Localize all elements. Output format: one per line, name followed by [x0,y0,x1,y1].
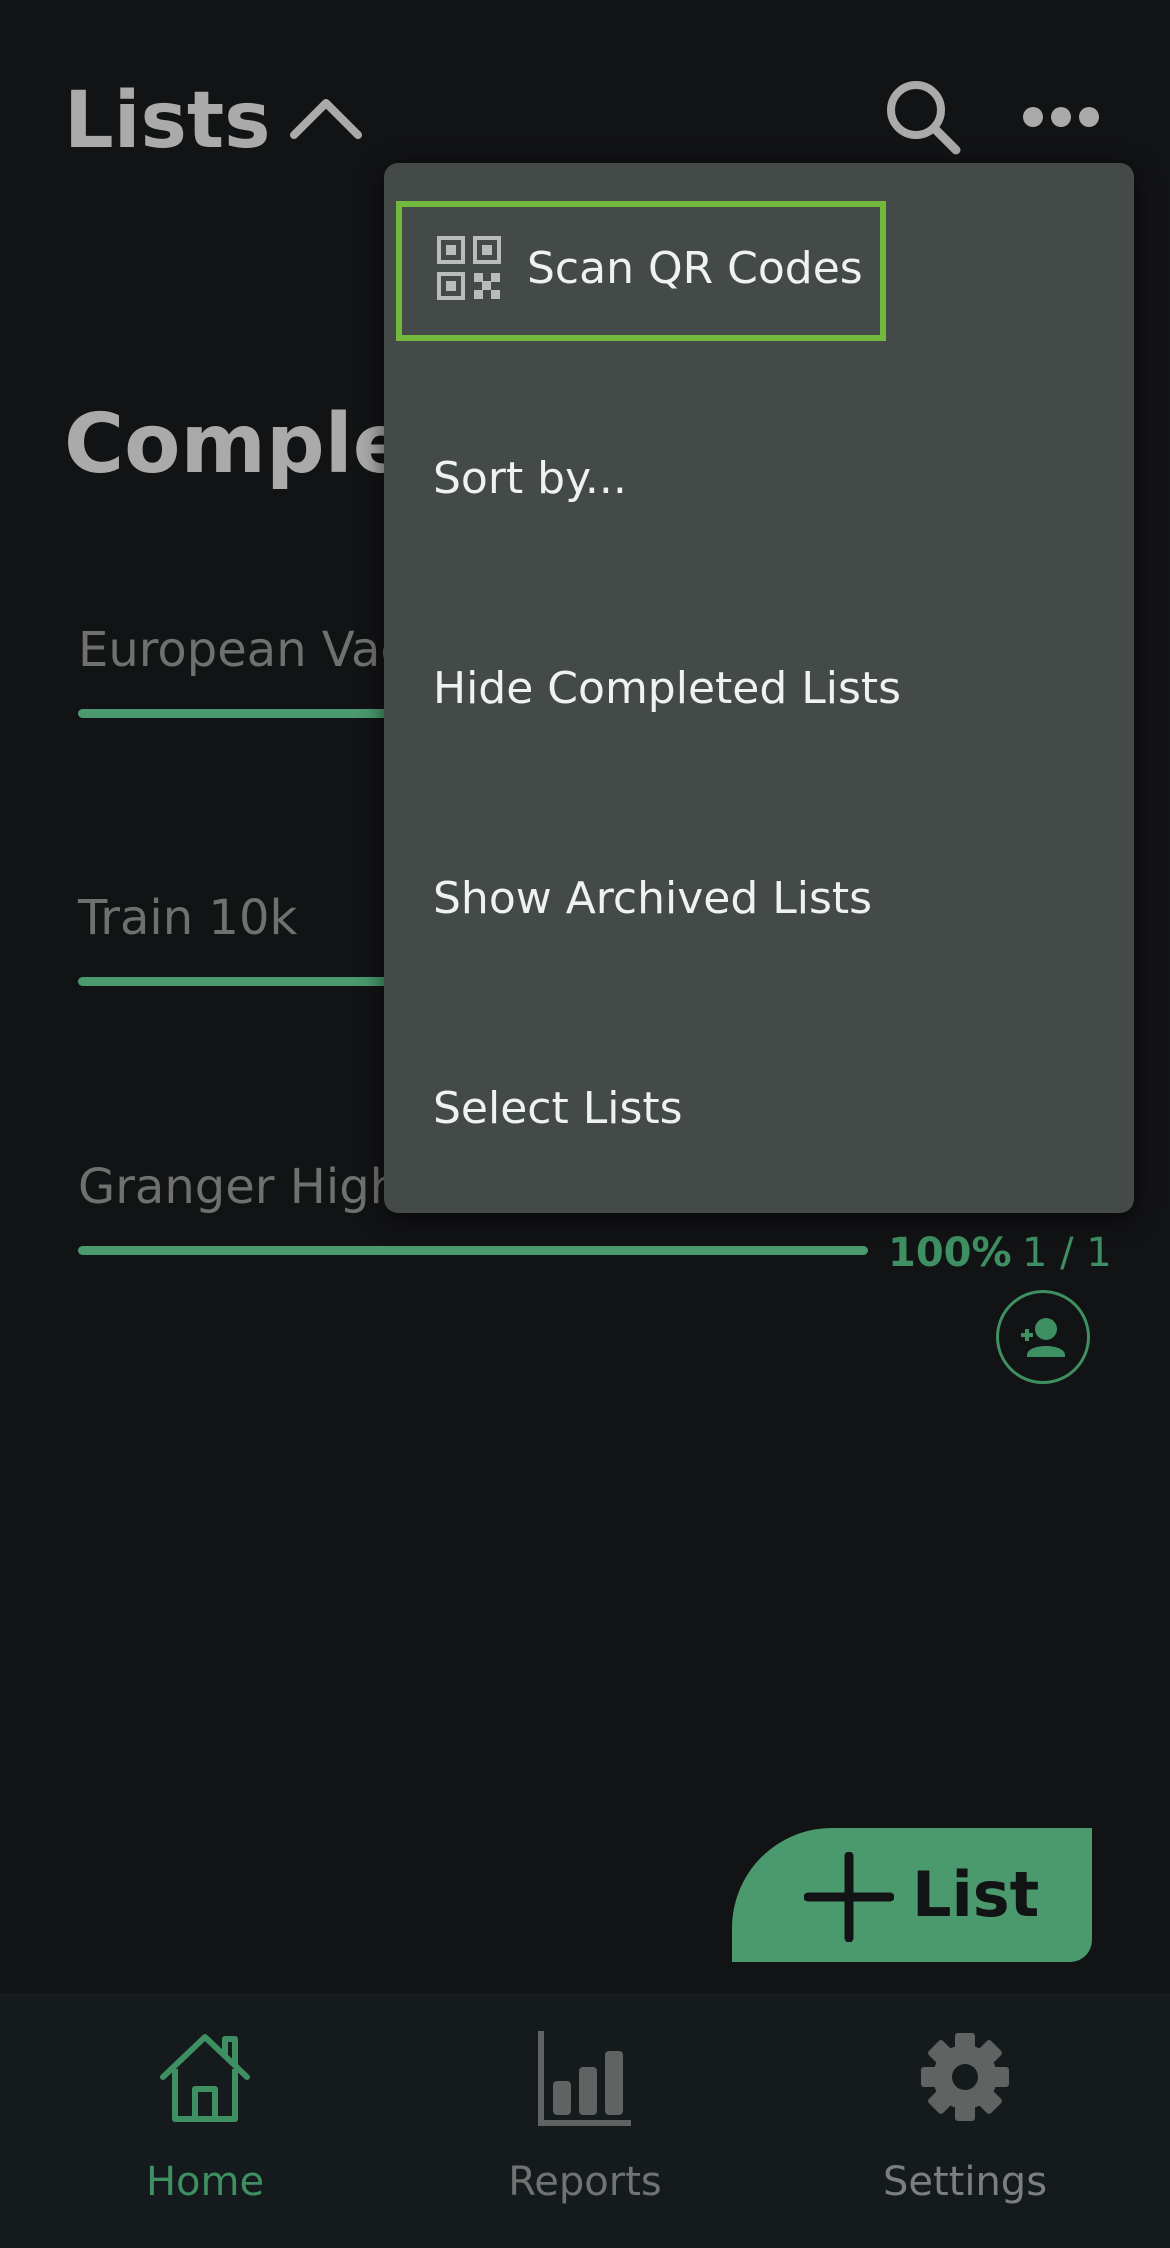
list-item-name[interactable]: Train 10k [78,894,297,942]
progress-fill [78,1246,868,1255]
overflow-menu: Scan QR Codes Sort by... Hide Completed … [384,163,1134,1213]
menu-item-label: Select Lists [433,1083,683,1134]
list-item-name[interactable]: Granger High [78,1163,400,1211]
nav-item-home[interactable]: Home [10,1993,400,2248]
bar-chart-icon [538,2031,631,2126]
menu-item-label: Scan QR Codes [527,243,863,294]
nav-item-settings[interactable]: Settings [770,1993,1160,2248]
add-person-button[interactable] [996,1290,1090,1384]
plus-icon [804,1852,894,1942]
chevron-up-icon[interactable] [288,95,364,141]
gear-icon [921,2033,1009,2121]
menu-item-show-archived[interactable]: Show Archived Lists [384,793,1134,1003]
menu-item-label: Show Archived Lists [433,873,873,924]
add-person-icon [1021,1318,1065,1357]
more-horizontal-icon[interactable] [1022,104,1100,130]
menu-item-label: Hide Completed Lists [433,663,902,714]
qr-code-icon [437,236,501,300]
nav-item-reports[interactable]: Reports [390,1993,780,2248]
bottom-nav: Home Reports Settings [0,1993,1170,2248]
add-list-button[interactable]: List [732,1828,1092,1962]
add-list-label: List [912,1858,1040,1931]
menu-item-sort-by[interactable]: Sort by... [384,373,1134,583]
nav-label: Settings [882,2159,1048,2205]
page-title: Lists [64,76,271,166]
home-icon [160,2034,250,2122]
menu-item-label: Sort by... [433,453,627,504]
nav-label: Reports [508,2159,662,2205]
menu-item-select-lists[interactable]: Select Lists [384,1003,1134,1213]
progress-percent: 100% [888,1230,1012,1276]
menu-item-hide-completed[interactable]: Hide Completed Lists [384,583,1134,793]
list-progress-bar [78,1246,868,1255]
nav-label: Home [145,2159,265,2205]
search-icon[interactable] [884,78,962,156]
menu-item-scan-qr-codes[interactable]: Scan QR Codes [384,163,1134,373]
list-item-name[interactable]: European Vac [78,626,407,674]
progress-count: 1 / 1 [1022,1230,1112,1276]
